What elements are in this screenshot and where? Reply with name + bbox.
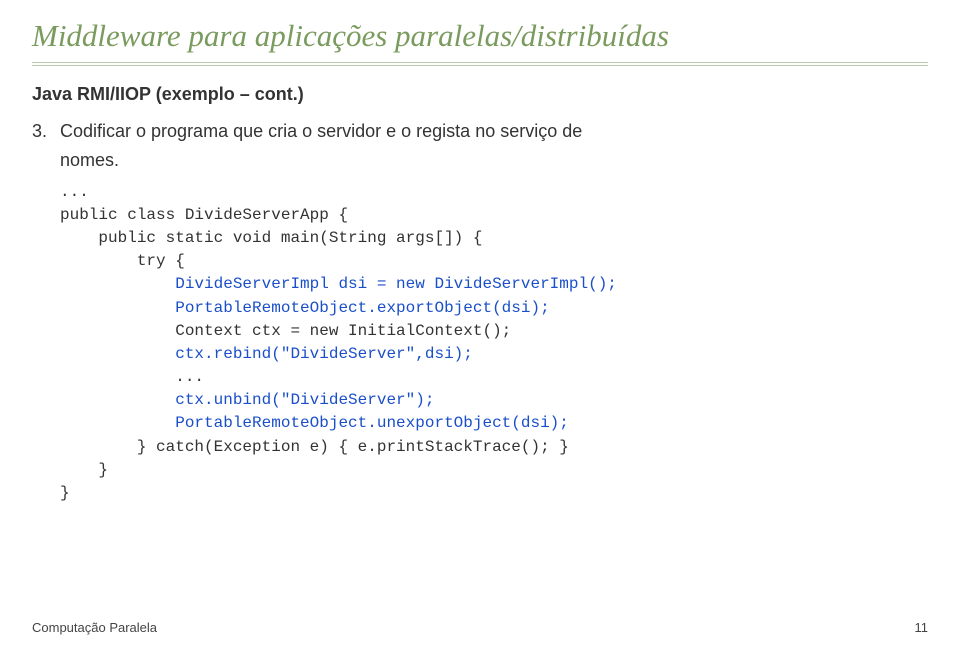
code-l10b: PortableRemoteObject.unexportObject(dsi)… [175,414,569,432]
code-l13: } [60,484,70,502]
code-l12: } [60,461,108,479]
code-l9a [60,391,175,409]
code-l10a [60,414,175,432]
code-l9b: ctx.unbind("DivideServer"); [175,391,434,409]
page-title: Middleware para aplicações paralelas/dis… [0,0,960,62]
code-l4a [60,275,175,293]
code-l5b: PortableRemoteObject.exportObject(dsi); [175,299,549,317]
footer-left: Computação Paralela [32,620,157,635]
code-l3: try { [60,252,185,270]
code-l5a [60,299,175,317]
section-heading: Java RMI/IIOP (exemplo – cont.) [32,84,928,105]
page-number: 11 [915,620,929,635]
code-l4b: DivideServerImpl dsi = new DivideServerI… [175,275,617,293]
code-l2: public static void main(String args[]) { [60,229,482,247]
footer: Computação Paralela 11 [32,620,928,635]
code-l1: public class DivideServerApp { [60,206,348,224]
code-l7b: ctx.rebind("DivideServer",dsi); [175,345,473,363]
code-l8: ... [60,368,204,386]
code-l6: Context ctx = new InitialContext(); [60,322,511,340]
code-l11: } catch(Exception e) { e.printStackTrace… [60,438,569,456]
code-l0: ... [60,183,89,201]
code-l7a [60,345,175,363]
code-block: ... public class DivideServerApp { publi… [32,181,928,506]
step-number: 3. [32,117,60,146]
step-text-line2: nomes. [32,146,928,175]
step-3: 3.Codificar o programa que cria o servid… [32,117,928,175]
content-area: Java RMI/IIOP (exemplo – cont.) 3.Codifi… [0,84,960,505]
title-divider [32,62,928,66]
step-text-line1: Codificar o programa que cria o servidor… [60,121,582,141]
